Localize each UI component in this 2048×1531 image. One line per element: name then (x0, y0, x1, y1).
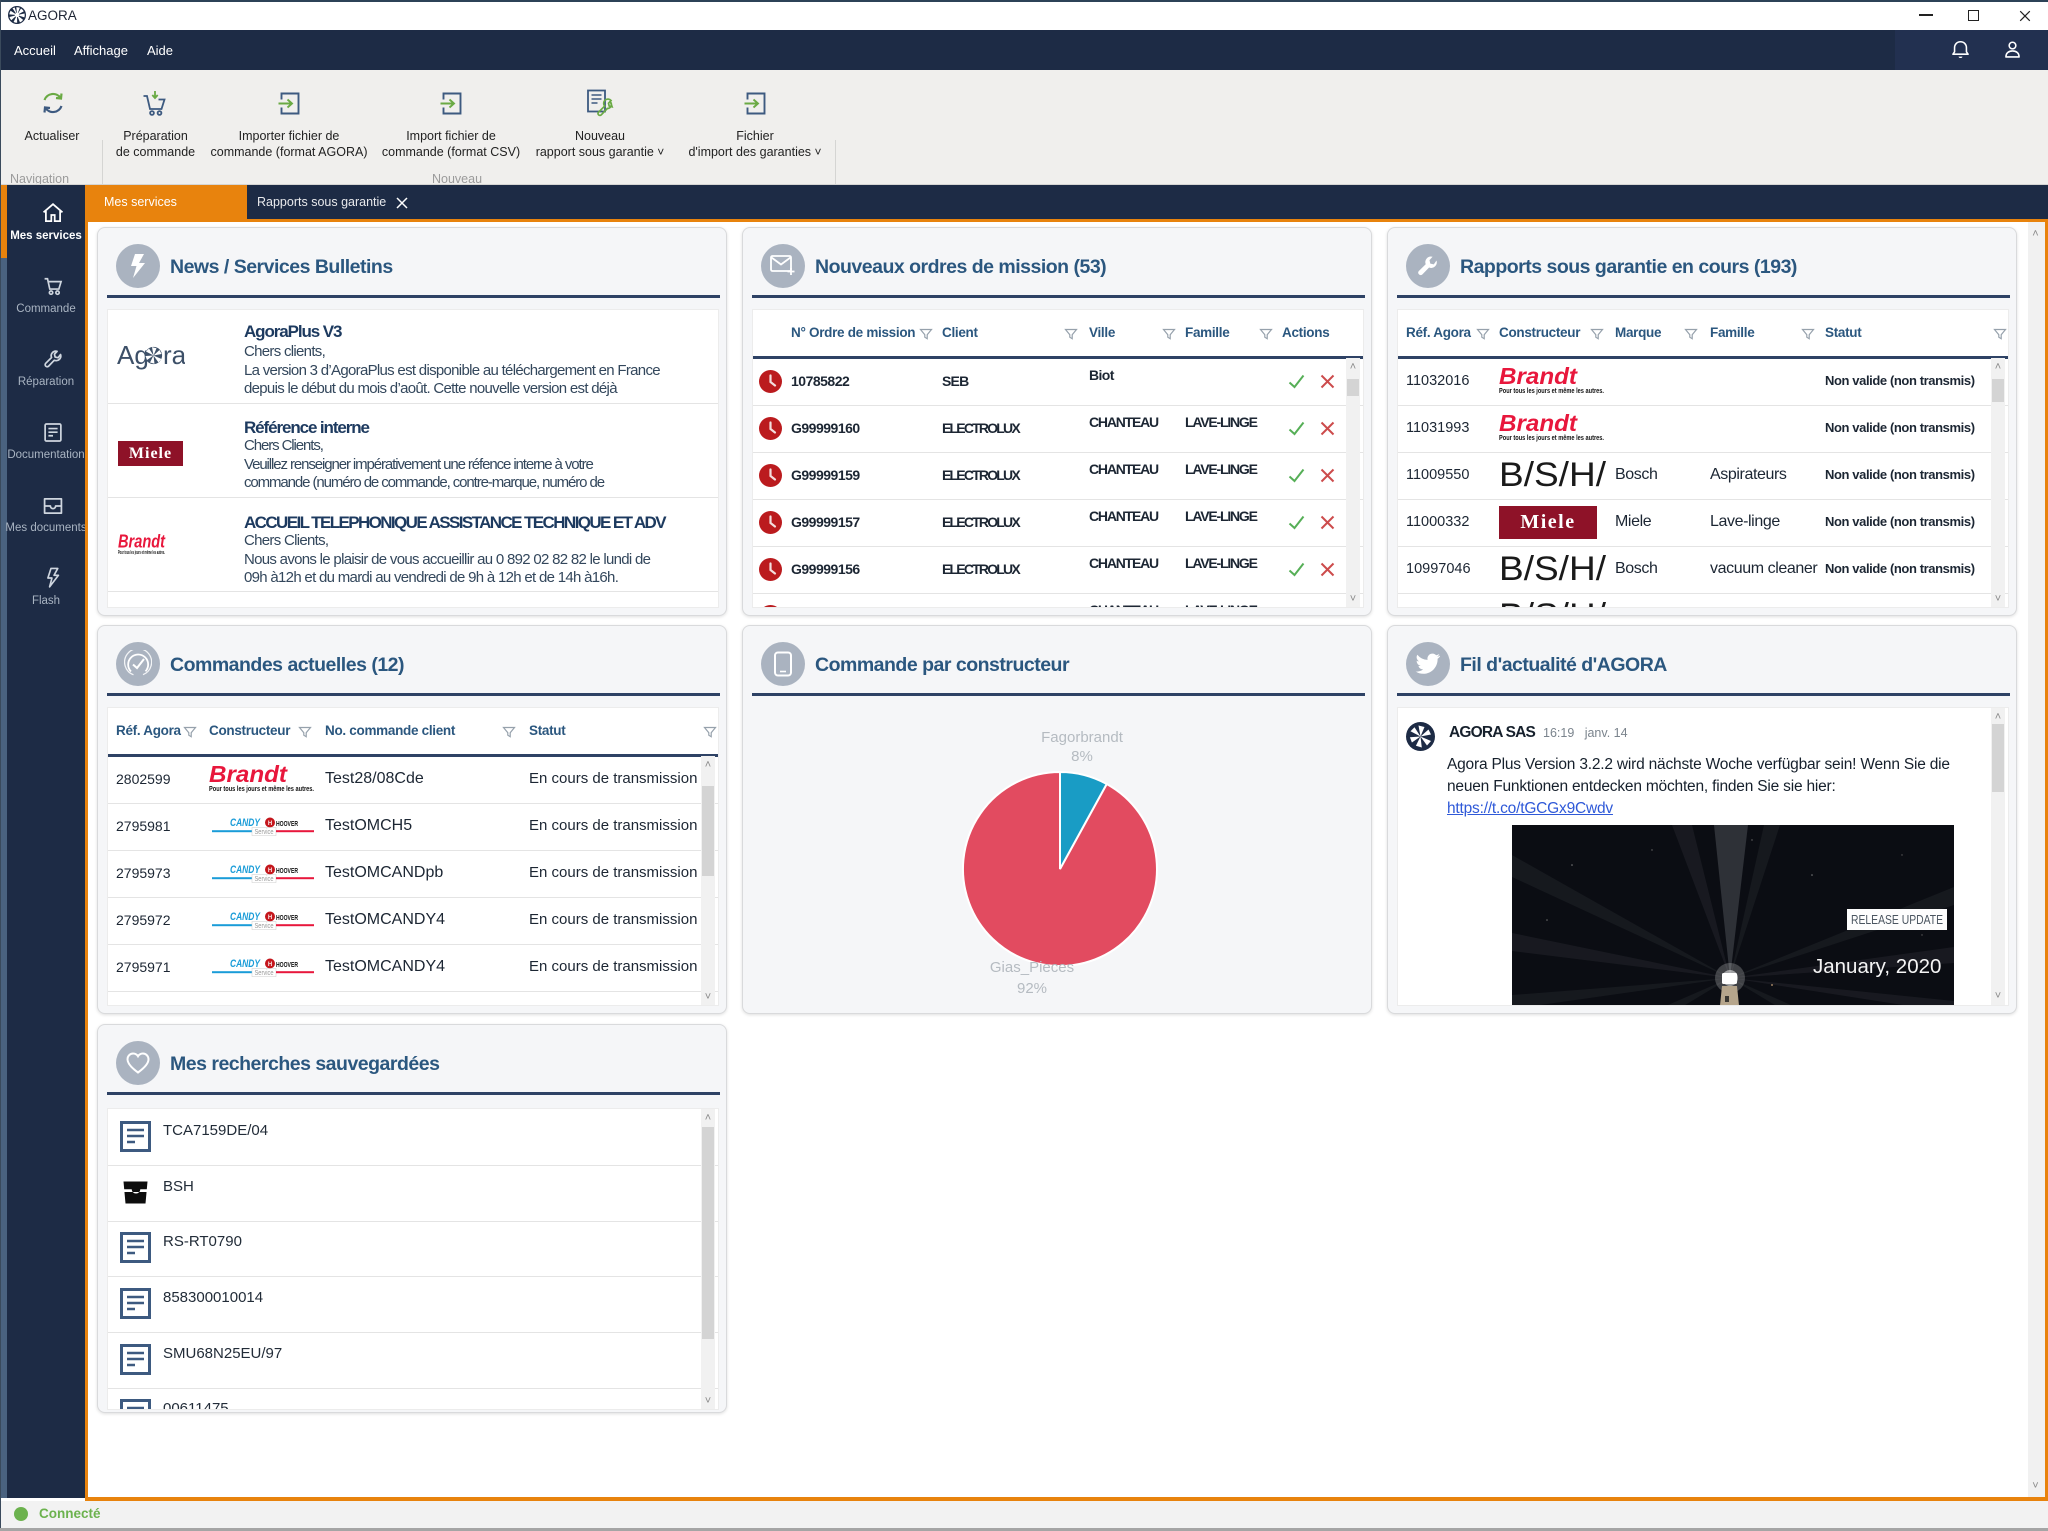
svg-text:Service: Service (255, 923, 274, 930)
svg-text:Brandt: Brandt (1499, 413, 1578, 436)
svg-text:CANDY: CANDY (230, 911, 261, 923)
svg-text:HOOVER: HOOVER (276, 821, 298, 828)
svg-text:Pour tous les jours et même le: Pour tous les jours et même les autres. (209, 786, 314, 793)
svg-text:HOOVER: HOOVER (276, 868, 298, 875)
svg-text:B/S/H/: B/S/H/ (1499, 550, 1607, 588)
svg-text:CANDY: CANDY (230, 958, 261, 970)
svg-text:H: H (268, 868, 272, 874)
svg-text:HOOVER: HOOVER (276, 915, 298, 922)
svg-text:CANDY: CANDY (230, 817, 261, 829)
svg-text:Service: Service (255, 970, 274, 977)
svg-text:Brandt: Brandt (209, 764, 288, 787)
svg-text:H: H (268, 962, 272, 968)
svg-text:Service: Service (255, 829, 274, 836)
svg-text:Ag: Ag (117, 340, 149, 370)
svg-text:January, 2020: January, 2020 (1813, 955, 1941, 978)
svg-text:CANDY: CANDY (230, 864, 261, 876)
svg-text:Brandt: Brandt (1499, 366, 1578, 389)
svg-text:H: H (268, 821, 272, 827)
svg-text:RELEASE UPDATE: RELEASE UPDATE (1851, 913, 1943, 927)
svg-text:Pour tous les jours et même le: Pour tous les jours et même les autres. (118, 550, 165, 556)
svg-text:CANDY: CANDY (230, 1005, 261, 1006)
svg-text:Pour tous les jours et même le: Pour tous les jours et même les autres. (1499, 388, 1604, 395)
svg-text:Service: Service (255, 876, 274, 883)
svg-text:HOOVER: HOOVER (276, 962, 298, 969)
svg-text:Pour tous les jours et même le: Pour tous les jours et même les autres. (1499, 435, 1604, 442)
svg-text:B/S/H/: B/S/H/ (1499, 456, 1607, 494)
svg-text:B/S/H/: B/S/H/ (1499, 597, 1607, 608)
svg-text:Brandt: Brandt (118, 534, 166, 552)
svg-text:ra: ra (163, 340, 185, 370)
svg-text:H: H (268, 915, 272, 921)
